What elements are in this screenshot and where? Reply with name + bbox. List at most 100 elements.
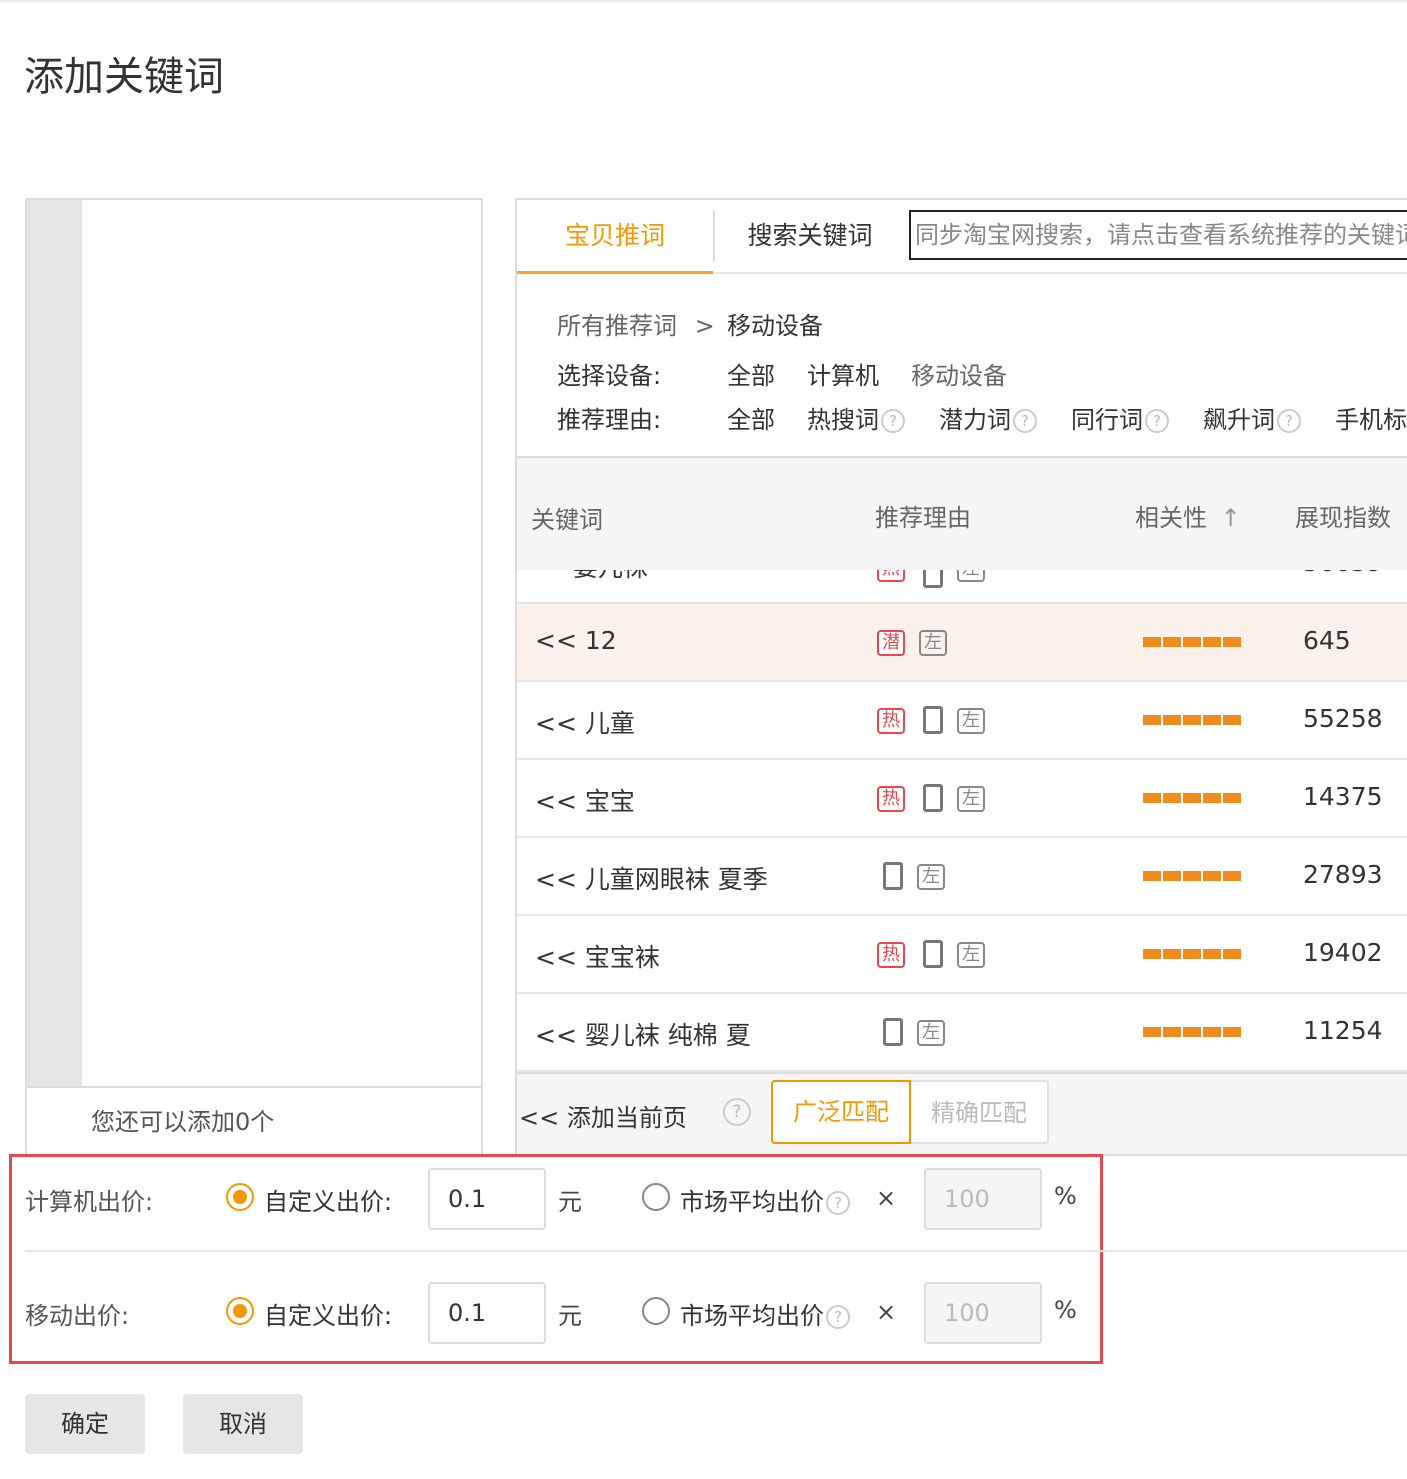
help-icon[interactable]: ?: [1013, 409, 1037, 433]
reason-option-mobile-tag[interactable]: 手机标: [1335, 400, 1407, 435]
help-icon[interactable]: ?: [826, 1305, 850, 1329]
device-filter-label: 选择设备:: [557, 362, 662, 390]
panel-footer: 您还可以添加0个: [27, 1086, 481, 1156]
help-icon[interactable]: ?: [1277, 409, 1301, 433]
hot-badge-icon: 热: [877, 570, 905, 582]
hot-badge-icon: 热: [877, 708, 905, 734]
mobile-device-icon: [923, 706, 943, 734]
column-header-reason: 推荐理由: [875, 504, 971, 532]
pc-bid-input[interactable]: 0.1: [428, 1168, 546, 1230]
table-row-partial[interactable]: 婴儿袜 热 左 56639: [517, 570, 1407, 604]
impressions-cell: 27893: [1303, 860, 1383, 889]
mobile-device-icon: [923, 940, 943, 968]
multiply-sign: ×: [876, 1184, 897, 1212]
keyword-cell[interactable]: << 儿童网眼袜 夏季: [535, 860, 768, 896]
mobile-device-icon: [883, 1018, 903, 1046]
panel-scroll-strip[interactable]: [27, 200, 82, 1086]
exact-match-button[interactable]: 精确匹配: [911, 1080, 1049, 1144]
page-title: 添加关键词: [24, 54, 224, 100]
table-row[interactable]: << 12 潜 左 645: [517, 604, 1407, 682]
pc-bid-unit: 元: [558, 1188, 582, 1216]
tab-search-keyword[interactable]: 搜索关键词: [715, 200, 905, 272]
reason-option-rising[interactable]: 飙升词?: [1203, 400, 1301, 435]
reason-option-rising-label: 飙升词: [1203, 406, 1275, 434]
remaining-count-text: 您还可以添加0个: [91, 1108, 275, 1136]
left-position-icon: 左: [917, 864, 945, 890]
table-header: 关键词 推荐理由 相关性 ↑ 展现指数: [517, 456, 1407, 570]
table-footer: << 添加当前页 ? 广泛匹配 精确匹配: [517, 1072, 1407, 1154]
reason-option-hot[interactable]: 热搜词?: [807, 400, 905, 435]
mobile-market-bid-option: 市场平均出价?: [680, 1296, 850, 1331]
left-position-icon: 左: [917, 1020, 945, 1046]
keyword-cell[interactable]: << 婴儿袜 纯棉 夏: [535, 1016, 751, 1052]
left-position-icon: 左: [957, 570, 985, 582]
left-position-icon: 左: [957, 786, 985, 812]
pc-percent-input[interactable]: 100: [924, 1168, 1042, 1230]
mobile-percent-input[interactable]: 100: [924, 1282, 1042, 1344]
pc-market-bid-label: 市场平均出价: [680, 1188, 824, 1216]
device-option-all[interactable]: 全部: [727, 356, 775, 391]
device-option-mobile[interactable]: 移动设备: [911, 356, 1007, 391]
tab-item-recommend[interactable]: 宝贝推词: [517, 200, 713, 274]
pc-custom-bid-label: 自定义出价:: [264, 1188, 393, 1216]
broad-match-button[interactable]: 广泛匹配: [771, 1080, 911, 1144]
table-row[interactable]: << 儿童网眼袜 夏季 左 27893: [517, 838, 1407, 916]
table-row[interactable]: << 儿童 热 左 55258: [517, 682, 1407, 760]
confirm-button[interactable]: 确定: [25, 1394, 145, 1454]
mobile-market-bid-radio[interactable]: [642, 1297, 670, 1325]
relevance-bar: [1143, 1027, 1241, 1037]
keyword-cell[interactable]: << 儿童: [535, 704, 635, 740]
keyword-cell[interactable]: << 宝宝: [535, 782, 635, 818]
reason-option-potential[interactable]: 潜力词?: [939, 400, 1037, 435]
tab-bar: 宝贝推词 搜索关键词 同步淘宝网搜索，请点击查看系统推荐的关键词: [517, 200, 1407, 274]
relevance-bar: [1143, 949, 1241, 959]
table-row[interactable]: << 宝宝袜 热 左 19402: [517, 916, 1407, 994]
keyword-cell[interactable]: << 宝宝袜: [535, 938, 660, 974]
pc-percent-sign: %: [1054, 1182, 1077, 1210]
breadcrumb-root[interactable]: 所有推荐词: [557, 312, 677, 340]
left-position-icon: 左: [957, 942, 985, 968]
partial-row-keyword: 婴儿袜: [573, 570, 648, 584]
pc-custom-bid-radio[interactable]: [226, 1183, 254, 1211]
table-row[interactable]: << 婴儿袜 纯棉 夏 左 11254: [517, 994, 1407, 1072]
impressions-cell: 645: [1303, 626, 1351, 655]
breadcrumb-current: 移动设备: [727, 312, 823, 340]
mobile-device-icon: [883, 862, 903, 890]
reason-option-potential-label: 潜力词: [939, 406, 1011, 434]
help-icon[interactable]: ?: [723, 1098, 751, 1126]
mobile-device-icon: [923, 784, 943, 812]
relevance-bar: [1143, 715, 1241, 725]
keyword-cell[interactable]: << 12: [535, 626, 617, 655]
relevance-bar: [1143, 637, 1241, 647]
left-position-icon: 左: [919, 630, 947, 656]
column-header-relevance-label: 相关性: [1135, 504, 1207, 532]
keyword-search-input[interactable]: 同步淘宝网搜索，请点击查看系统推荐的关键词: [909, 210, 1407, 260]
mobile-custom-bid-radio[interactable]: [226, 1297, 254, 1325]
impressions-cell: 55258: [1303, 704, 1383, 733]
column-header-impressions[interactable]: 展现指数: [1295, 498, 1391, 533]
impressions-cell: 11254: [1303, 1016, 1383, 1045]
add-current-page-button[interactable]: << 添加当前页: [519, 1098, 687, 1133]
breadcrumb-separator: >: [694, 312, 715, 340]
cancel-button[interactable]: 取消: [183, 1394, 303, 1454]
hot-badge-icon: 热: [877, 942, 905, 968]
help-icon[interactable]: ?: [826, 1191, 850, 1215]
device-option-pc[interactable]: 计算机: [807, 356, 879, 391]
left-position-icon: 左: [957, 708, 985, 734]
reason-option-hot-label: 热搜词: [807, 406, 879, 434]
help-icon[interactable]: ?: [1145, 409, 1169, 433]
mobile-device-icon: [923, 570, 943, 588]
mobile-bid-input[interactable]: 0.1: [428, 1282, 546, 1344]
relevance-bar: [1143, 871, 1241, 881]
column-header-relevance[interactable]: 相关性 ↑: [1135, 498, 1241, 533]
pc-bid-label: 计算机出价:: [25, 1188, 154, 1216]
reason-option-peer[interactable]: 同行词?: [1071, 400, 1169, 435]
reason-filter-label: 推荐理由:: [557, 406, 662, 434]
pc-market-bid-radio[interactable]: [642, 1183, 670, 1211]
help-icon[interactable]: ?: [881, 409, 905, 433]
table-row[interactable]: << 宝宝 热 左 14375: [517, 760, 1407, 838]
multiply-sign: ×: [876, 1298, 897, 1326]
impressions-cell: 14375: [1303, 782, 1383, 811]
reason-option-all[interactable]: 全部: [727, 400, 775, 435]
mobile-custom-bid-label: 自定义出价:: [264, 1302, 393, 1330]
